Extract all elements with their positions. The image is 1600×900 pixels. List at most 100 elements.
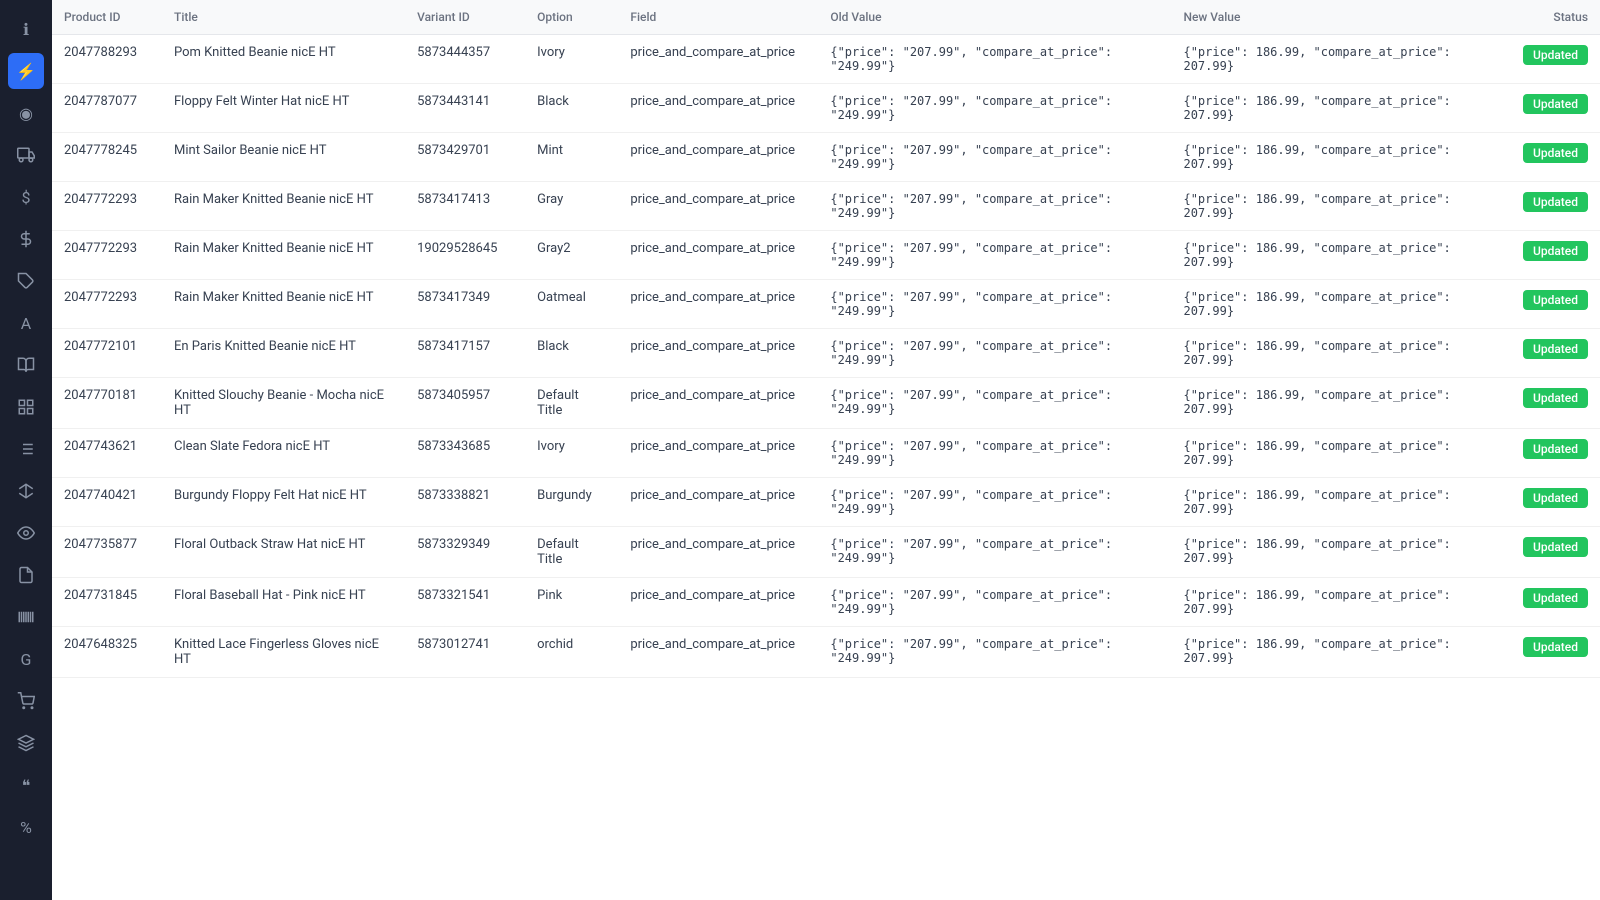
table-cell: Default Title (525, 527, 618, 578)
status-badge: Updated (1523, 588, 1588, 608)
table-cell: Floral Baseball Hat - Pink nicE HT (162, 578, 405, 627)
status-badge: Updated (1523, 439, 1588, 459)
table-cell: orchid (525, 627, 618, 678)
table-cell: {"price": "207.99", "compare_at_price": … (818, 35, 1171, 84)
table-cell: 2047772293 (52, 231, 162, 280)
table-cell: 2047731845 (52, 578, 162, 627)
table-cell: {"price": 186.99, "compare_at_price": 20… (1171, 627, 1500, 678)
table-cell: 2047787077 (52, 84, 162, 133)
table-cell: {"price": "207.99", "compare_at_price": … (818, 133, 1171, 182)
table-cell: 2047778245 (52, 133, 162, 182)
scale-icon[interactable] (8, 473, 44, 509)
table-cell: 5873405957 (405, 378, 525, 429)
table-row: 2047735877Floral Outback Straw Hat nicE … (52, 527, 1600, 578)
table-row: 2047743621Clean Slate Fedora nicE HT5873… (52, 429, 1600, 478)
status-badge: Updated (1523, 488, 1588, 508)
table-cell: {"price": "207.99", "compare_at_price": … (818, 429, 1171, 478)
table-cell: 5873444357 (405, 35, 525, 84)
percent-icon[interactable]: % (8, 809, 44, 845)
quote-icon[interactable]: ❝ (8, 767, 44, 803)
table-cell: price_and_compare_at_price (618, 527, 818, 578)
layers-icon[interactable] (8, 725, 44, 761)
table-cell: {"price": "207.99", "compare_at_price": … (818, 231, 1171, 280)
table-cell: {"price": 186.99, "compare_at_price": 20… (1171, 133, 1500, 182)
table-cell: {"price": "207.99", "compare_at_price": … (818, 378, 1171, 429)
table-cell: {"price": "207.99", "compare_at_price": … (818, 182, 1171, 231)
barcode-icon[interactable] (8, 599, 44, 635)
col-header-variant-id: Variant ID (405, 0, 525, 35)
table-cell: price_and_compare_at_price (618, 133, 818, 182)
col-header-product-id: Product ID (52, 0, 162, 35)
dollar-icon[interactable]: $ (8, 179, 44, 215)
table-row: 2047772293Rain Maker Knitted Beanie nicE… (52, 280, 1600, 329)
list-icon[interactable] (8, 431, 44, 467)
col-header-field: Field (618, 0, 818, 35)
table-cell: 5873338821 (405, 478, 525, 527)
table-cell: {"price": "207.99", "compare_at_price": … (818, 329, 1171, 378)
table-cell: {"price": 186.99, "compare_at_price": 20… (1171, 329, 1500, 378)
table-row: 2047740421Burgundy Floppy Felt Hat nicE … (52, 478, 1600, 527)
table-row: 2047772293Rain Maker Knitted Beanie nicE… (52, 231, 1600, 280)
status-badge: Updated (1523, 143, 1588, 163)
info-icon[interactable]: ℹ (8, 11, 44, 47)
sidebar: ℹ ⚡ ◉ $ A G ❝ % (0, 0, 52, 900)
table-cell: 2047772293 (52, 182, 162, 231)
table-cell: 19029528645 (405, 231, 525, 280)
table-cell: Ivory (525, 35, 618, 84)
circle-icon[interactable]: ◉ (8, 95, 44, 131)
table-cell: price_and_compare_at_price (618, 280, 818, 329)
doc-icon[interactable] (8, 557, 44, 593)
book-icon[interactable] (8, 347, 44, 383)
table-cell: price_and_compare_at_price (618, 627, 818, 678)
table-cell: {"price": 186.99, "compare_at_price": 20… (1171, 527, 1500, 578)
table-cell: 5873443141 (405, 84, 525, 133)
table-cell: 5873417413 (405, 182, 525, 231)
table-cell: {"price": 186.99, "compare_at_price": 20… (1171, 478, 1500, 527)
table-cell: {"price": "207.99", "compare_at_price": … (818, 84, 1171, 133)
table-cell: Floral Outback Straw Hat nicE HT (162, 527, 405, 578)
main-content: Product ID Title Variant ID Option Field… (52, 0, 1600, 900)
eye-icon[interactable] (8, 515, 44, 551)
tag-icon[interactable] (8, 263, 44, 299)
table-cell: {"price": "207.99", "compare_at_price": … (818, 478, 1171, 527)
table-cell: price_and_compare_at_price (618, 35, 818, 84)
table-header-row: Product ID Title Variant ID Option Field… (52, 0, 1600, 35)
table-cell: {"price": "207.99", "compare_at_price": … (818, 280, 1171, 329)
table-cell: {"price": "207.99", "compare_at_price": … (818, 627, 1171, 678)
status-badge: Updated (1523, 290, 1588, 310)
table-cell: 5873417349 (405, 280, 525, 329)
table-cell: {"price": 186.99, "compare_at_price": 20… (1171, 429, 1500, 478)
table-cell: 5873417157 (405, 329, 525, 378)
table-cell: Rain Maker Knitted Beanie nicE HT (162, 231, 405, 280)
table-cell: Rain Maker Knitted Beanie nicE HT (162, 182, 405, 231)
table-cell: price_and_compare_at_price (618, 478, 818, 527)
table-cell: 2047648325 (52, 627, 162, 678)
cart-icon[interactable] (8, 683, 44, 719)
table-cell: price_and_compare_at_price (618, 182, 818, 231)
table-cell: 5873329349 (405, 527, 525, 578)
table-cell: Floppy Felt Winter Hat nicE HT (162, 84, 405, 133)
data-table: Product ID Title Variant ID Option Field… (52, 0, 1600, 678)
bolt-icon[interactable]: ⚡ (8, 53, 44, 89)
table-cell: {"price": 186.99, "compare_at_price": 20… (1171, 280, 1500, 329)
table-cell: {"price": 186.99, "compare_at_price": 20… (1171, 231, 1500, 280)
col-header-old-value: Old Value (818, 0, 1171, 35)
status-badge: Updated (1523, 94, 1588, 114)
table-row: 2047788293Pom Knitted Beanie nicE HT5873… (52, 35, 1600, 84)
table-cell: Black (525, 84, 618, 133)
truck-icon[interactable] (8, 137, 44, 173)
grid-icon[interactable] (8, 389, 44, 425)
col-header-status: Status (1500, 0, 1600, 35)
table-cell: 5873429701 (405, 133, 525, 182)
tag-price-icon[interactable] (8, 221, 44, 257)
table-cell: Burgundy Floppy Felt Hat nicE HT (162, 478, 405, 527)
text-a-icon[interactable]: A (8, 305, 44, 341)
status-badge: Updated (1523, 537, 1588, 557)
g-icon[interactable]: G (8, 641, 44, 677)
table-cell: {"price": 186.99, "compare_at_price": 20… (1171, 578, 1500, 627)
col-header-option: Option (525, 0, 618, 35)
table-cell: Pom Knitted Beanie nicE HT (162, 35, 405, 84)
table-cell: 5873321541 (405, 578, 525, 627)
table-cell: 2047770181 (52, 378, 162, 429)
table-cell: price_and_compare_at_price (618, 429, 818, 478)
